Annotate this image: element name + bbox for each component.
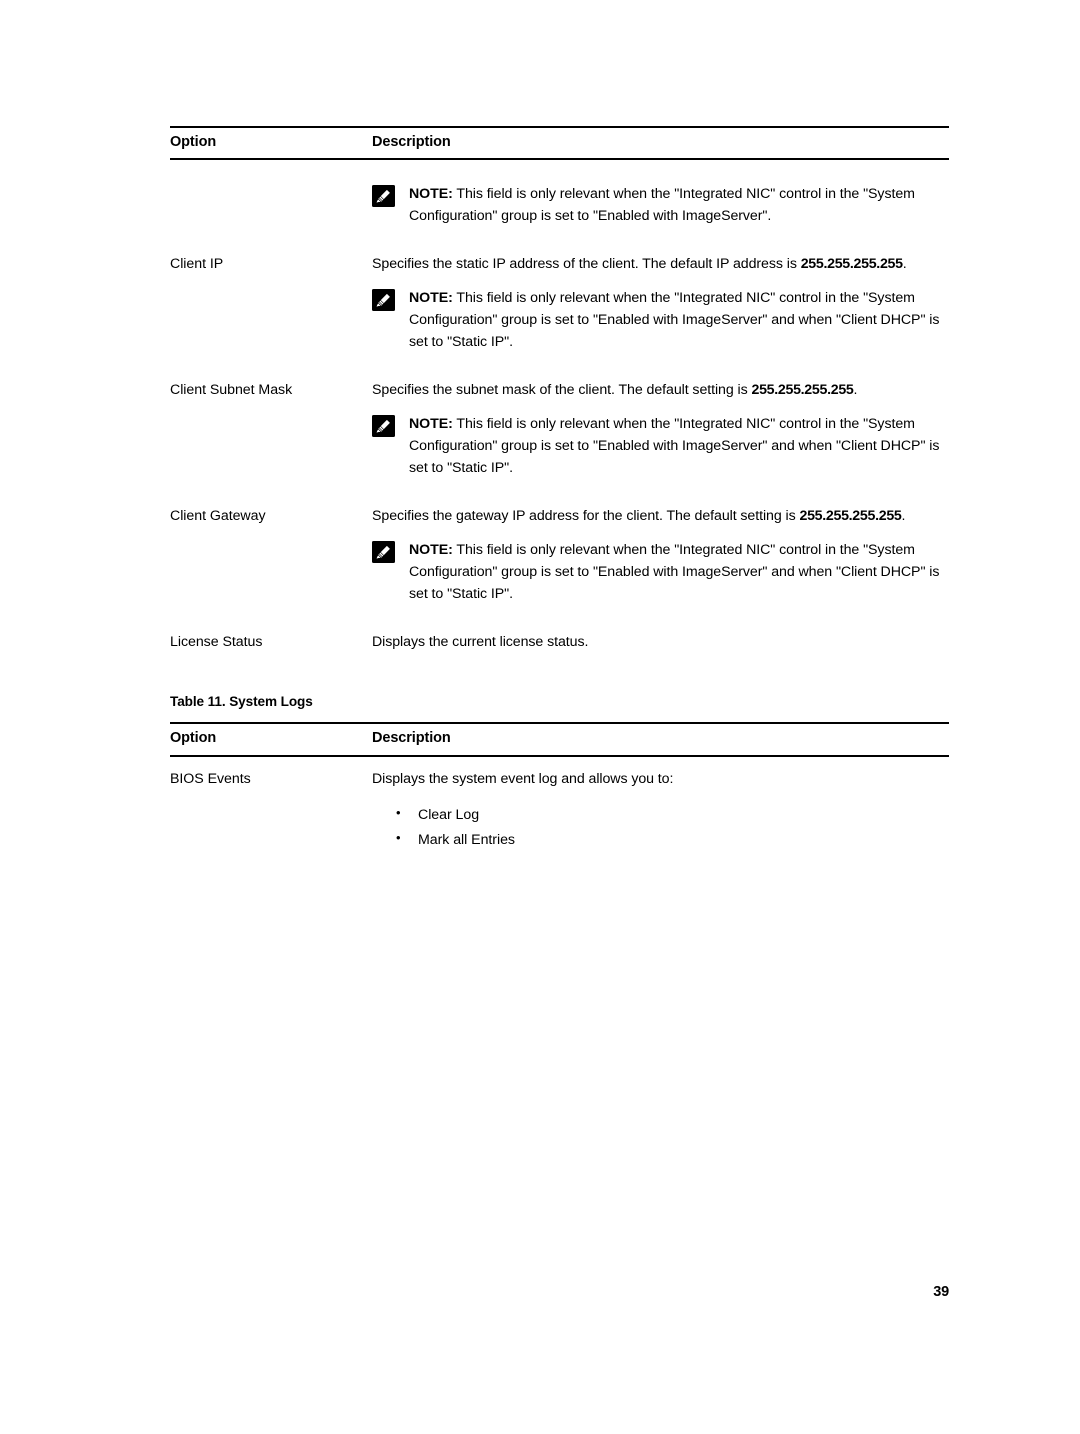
- description-prefix: Specifies the subnet mask of the client.…: [372, 382, 752, 399]
- description-cell: NOTE: This field is only relevant when t…: [372, 159, 949, 242]
- table-caption-system-logs: Table 11. System Logs: [170, 694, 313, 710]
- option-cell: [170, 159, 372, 242]
- table-row: Client Gateway Specifies the gateway IP …: [170, 494, 949, 620]
- description-text: Displays the system event log and allows…: [372, 770, 674, 787]
- option-cell-bios-events: BIOS Events: [170, 770, 251, 787]
- description-text: Specifies the subnet mask of the client.…: [372, 379, 949, 401]
- note-block: NOTE: This field is only relevant when t…: [372, 401, 949, 483]
- column-header-description: Description: [372, 125, 949, 161]
- description-text: Specifies the gateway IP address for the…: [372, 505, 949, 527]
- note-body-text: This field is only relevant when the "In…: [409, 542, 940, 603]
- note-pencil-icon: [372, 541, 395, 564]
- note-label: NOTE:: [409, 542, 453, 559]
- bios-events-action-list: Clear Log Mark all Entries: [372, 803, 949, 854]
- document-page: Option Description NOTE: This field is o…: [0, 0, 1080, 1434]
- table-row: BIOS Events Displays the system event lo…: [170, 756, 949, 865]
- table-header-row: Option Description: [170, 125, 949, 161]
- description-cell-bios-events: Displays the system event log and allows…: [372, 756, 949, 865]
- note-pencil-icon: [372, 415, 395, 438]
- column-header-description: Description: [372, 722, 949, 757]
- page-content: Option Description NOTE: This field is o…: [170, 125, 949, 865]
- note-text: NOTE: This field is only relevant when t…: [409, 539, 949, 605]
- table-row: Client Subnet Mask Specifies the subnet …: [170, 368, 949, 494]
- option-cell-client-subnet-mask: Client Subnet Mask: [170, 382, 293, 399]
- note-text: NOTE: This field is only relevant when t…: [409, 183, 949, 227]
- note-pencil-icon: [372, 185, 395, 208]
- default-ip-value: 255.255.255.255: [800, 256, 903, 273]
- description-suffix: .: [902, 256, 907, 273]
- default-ip-value: 255.255.255.255: [751, 382, 854, 399]
- table-header: Option Description: [170, 722, 949, 757]
- column-header-option: Option: [170, 722, 372, 757]
- description-cell-client-subnet-mask: Specifies the subnet mask of the client.…: [372, 368, 949, 494]
- default-ip-value: 255.255.255.255: [799, 508, 902, 525]
- page-number: 39: [933, 1284, 949, 1300]
- note-label: NOTE:: [409, 290, 453, 307]
- option-cell-client-gateway: Client Gateway: [170, 508, 266, 525]
- note-label: NOTE:: [409, 186, 453, 203]
- description-cell-license-status: Displays the current license status.: [372, 634, 589, 651]
- option-cell-client-ip: Client IP: [170, 256, 224, 273]
- note-block: NOTE: This field is only relevant when t…: [372, 171, 949, 231]
- note-block: NOTE: This field is only relevant when t…: [372, 527, 949, 609]
- note-body-text: This field is only relevant when the "In…: [409, 290, 940, 351]
- table-row: NOTE: This field is only relevant when t…: [170, 159, 949, 242]
- description-suffix: .: [901, 508, 906, 525]
- system-logs-table: Option Description BIOS Events Displays …: [170, 722, 949, 864]
- list-item: Clear Log: [396, 803, 949, 829]
- description-prefix: Specifies the gateway IP address for the…: [372, 508, 800, 525]
- options-table-continued: Option Description NOTE: This field is o…: [170, 125, 949, 664]
- list-item: Mark all Entries: [396, 828, 949, 854]
- note-block: NOTE: This field is only relevant when t…: [372, 275, 949, 357]
- description-cell-client-ip: Specifies the static IP address of the c…: [372, 242, 949, 368]
- table-row: License Status Displays the current lice…: [170, 620, 949, 664]
- table-row: Client IP Specifies the static IP addres…: [170, 242, 949, 368]
- note-pencil-icon: [372, 289, 395, 312]
- table-header-row: Option Description: [170, 722, 949, 757]
- description-cell-client-gateway: Specifies the gateway IP address for the…: [372, 494, 949, 620]
- note-body-text: This field is only relevant when the "In…: [409, 186, 915, 225]
- option-cell-license-status: License Status: [170, 634, 263, 651]
- note-text: NOTE: This field is only relevant when t…: [409, 413, 949, 479]
- note-text: NOTE: This field is only relevant when t…: [409, 287, 949, 353]
- column-header-option: Option: [170, 125, 372, 161]
- note-body-text: This field is only relevant when the "In…: [409, 416, 940, 477]
- table-header: Option Description: [170, 125, 949, 161]
- note-label: NOTE:: [409, 416, 453, 433]
- description-suffix: .: [853, 382, 858, 399]
- description-text: Specifies the static IP address of the c…: [372, 253, 949, 275]
- description-prefix: Specifies the static IP address of the c…: [372, 256, 801, 273]
